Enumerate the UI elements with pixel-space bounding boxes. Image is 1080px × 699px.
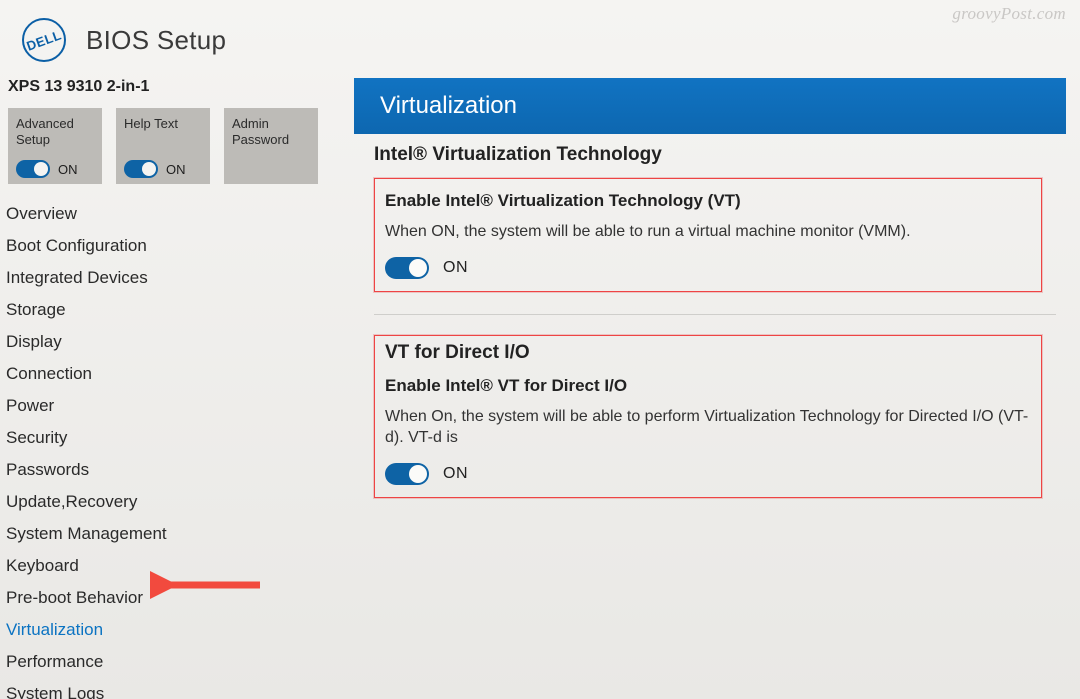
card-title: Admin Password (232, 116, 310, 149)
toggle-state-vtd: ON (443, 465, 468, 483)
card-admin-password[interactable]: Admin Password (224, 108, 318, 184)
watermark-text: groovyPost.com (952, 4, 1066, 24)
sidebar-item-connection[interactable]: Connection (2, 358, 340, 390)
sidebar-card-row: Advanced Setup ON Help Text ON Admin Pas… (2, 104, 340, 198)
sidebar-item-boot-configuration[interactable]: Boot Configuration (2, 230, 340, 262)
sidebar-item-virtualization[interactable]: Virtualization (2, 614, 340, 646)
sidebar-item-update-recovery[interactable]: Update,Recovery (2, 486, 340, 518)
sidebar-item-passwords[interactable]: Passwords (2, 454, 340, 486)
toggle-state-vt: ON (443, 259, 468, 277)
section-divider (374, 314, 1056, 315)
sidebar-item-storage[interactable]: Storage (2, 294, 340, 326)
panel-title-bar: Virtualization (354, 78, 1066, 134)
toggle-enable-vt[interactable] (385, 257, 429, 279)
sidebar-item-display[interactable]: Display (2, 326, 340, 358)
main-panel: Virtualization Intel® Virtualization Tec… (340, 78, 1080, 699)
sidebar-item-integrated-devices[interactable]: Integrated Devices (2, 262, 340, 294)
highlight-vtd: VT for Direct I/O Enable Intel® VT for D… (374, 335, 1042, 498)
sidebar-item-system-logs[interactable]: System Logs (2, 678, 340, 699)
desc-vtd: When On, the system will be able to perf… (385, 406, 1031, 449)
highlight-vt: Enable Intel® Virtualization Technology … (374, 178, 1042, 292)
sidebar-nav: OverviewBoot ConfigurationIntegrated Dev… (2, 198, 340, 699)
sidebar-item-keyboard[interactable]: Keyboard (2, 550, 340, 582)
desc-vt: When ON, the system will be able to run … (385, 221, 1031, 243)
toggle-enable-vtd[interactable] (385, 463, 429, 485)
sub-heading-enable-vtd: Enable Intel® VT for Direct I/O (385, 376, 1031, 396)
toggle-state: ON (58, 162, 78, 177)
sidebar-item-pre-boot-behavior[interactable]: Pre-boot Behavior (2, 582, 340, 614)
system-model: XPS 13 9310 2-in-1 (2, 78, 340, 104)
sidebar-item-system-management[interactable]: System Management (2, 518, 340, 550)
card-title: Help Text (124, 116, 202, 132)
sidebar-item-security[interactable]: Security (2, 422, 340, 454)
toggle-advanced-setup[interactable] (16, 160, 50, 178)
sidebar: XPS 13 9310 2-in-1 Advanced Setup ON Hel… (0, 78, 340, 699)
sidebar-item-performance[interactable]: Performance (2, 646, 340, 678)
sub-heading-enable-vt: Enable Intel® Virtualization Technology … (385, 191, 1031, 211)
card-help-text[interactable]: Help Text ON (116, 108, 210, 184)
page-title: BIOS Setup (86, 25, 226, 56)
card-advanced-setup[interactable]: Advanced Setup ON (8, 108, 102, 184)
toggle-state: ON (166, 162, 186, 177)
sidebar-item-power[interactable]: Power (2, 390, 340, 422)
section-heading-vtd: VT for Direct I/O (385, 342, 1031, 364)
sidebar-item-overview[interactable]: Overview (2, 198, 340, 230)
bios-header: DELL BIOS Setup (0, 0, 1080, 70)
card-title: Advanced Setup (16, 116, 94, 149)
section-heading-vt: Intel® Virtualization Technology (374, 144, 1056, 166)
toggle-help-text[interactable] (124, 160, 158, 178)
dell-logo: DELL (22, 18, 66, 62)
